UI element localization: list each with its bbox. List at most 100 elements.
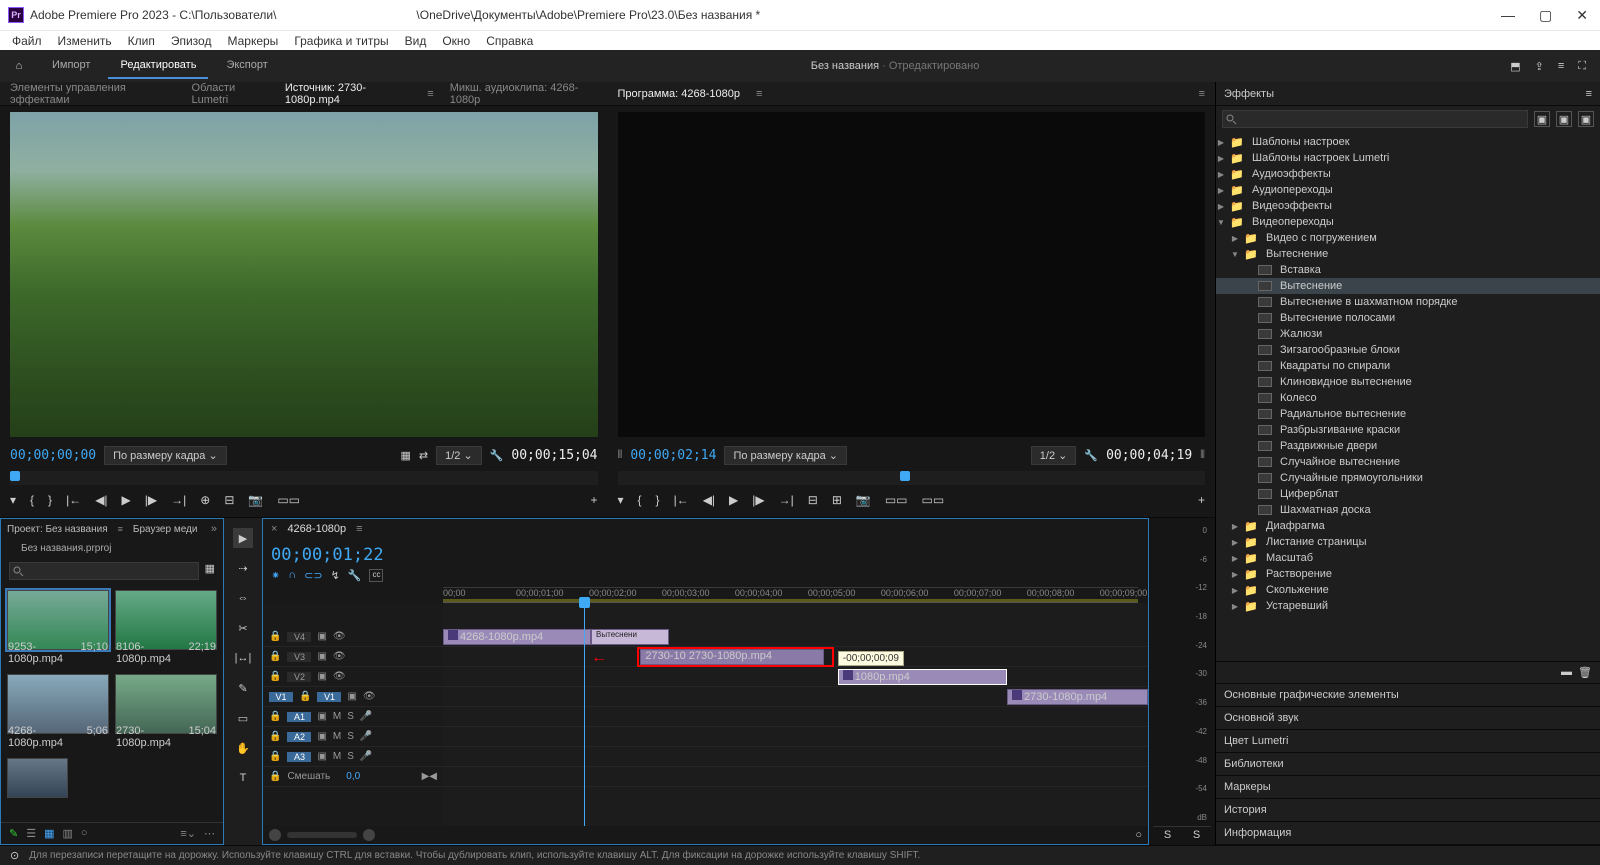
effects-item[interactable]: Квадраты по спирали (1216, 358, 1600, 374)
ws-import[interactable]: Импорт (40, 53, 102, 79)
program-screen[interactable] (618, 112, 1206, 437)
source-step-fwd-icon[interactable]: |▶ (145, 493, 157, 507)
menu-window[interactable]: Окно (434, 34, 478, 48)
effects-folder[interactable]: ▶📁Видеоэффекты (1216, 198, 1600, 214)
fx-badge-3-icon[interactable]: ▣ (1578, 111, 1594, 127)
menu-graphics[interactable]: Графика и титры (286, 34, 396, 48)
program-in-icon[interactable]: { (638, 493, 642, 507)
effects-item[interactable]: Вытеснение (1216, 278, 1600, 294)
track-a1[interactable]: A1 (287, 712, 311, 722)
menu-markers[interactable]: Маркеры (219, 34, 286, 48)
effects-item[interactable]: Жалюзи (1216, 326, 1600, 342)
effects-folder[interactable]: ▶📁Диафрагма (1216, 518, 1600, 534)
program-marker-icon[interactable]: ▾ (618, 493, 624, 507)
type-tool[interactable]: T (233, 768, 253, 788)
program-step-back-icon[interactable]: ◀| (703, 493, 715, 507)
source-export-frame-icon[interactable]: 📷 (248, 493, 263, 507)
track-a2[interactable]: A2 (287, 732, 311, 742)
source-wrench-icon[interactable]: 🔧 (490, 449, 504, 462)
program-res-dropdown[interactable]: 1/2 ⌄ (1031, 446, 1077, 465)
track-v1[interactable]: V1 (317, 692, 341, 702)
project-pen-icon[interactable]: ✎ (9, 827, 18, 840)
selection-tool[interactable]: ▶ (233, 528, 253, 548)
clip-v2[interactable]: 1080p.mp4 (838, 669, 1007, 685)
program-handle2-icon[interactable]: ⦀ (1200, 449, 1205, 462)
pen-tool[interactable]: ✎ (233, 678, 253, 698)
source-ruler[interactable] (10, 471, 598, 485)
program-out-icon[interactable]: } (656, 493, 660, 507)
panel-history[interactable]: История (1216, 799, 1600, 822)
timeline-timecode[interactable]: 00;00;01;22 (271, 545, 443, 565)
tab-program[interactable]: Программа: 4268-1080p (618, 88, 740, 100)
panel-graphics[interactable]: Основные графические элементы (1216, 684, 1600, 707)
project-list-icon[interactable]: ☰ (26, 827, 36, 840)
transition-v4[interactable]: Вытеснени (591, 629, 669, 645)
minimize-button[interactable]: — (1501, 7, 1515, 24)
tl-wrench-icon[interactable]: 🔧 (348, 569, 362, 582)
effects-item[interactable]: Вставка (1216, 262, 1600, 278)
source-tc-left[interactable]: 00;00;00;00 (10, 448, 96, 463)
source-step-back-icon[interactable]: ◀| (95, 493, 107, 507)
tab-effect-controls[interactable]: Элементы управления эффектами (10, 82, 176, 106)
source-goto-in-icon[interactable]: |← (66, 493, 81, 507)
track-v2[interactable]: V2 (287, 672, 311, 682)
effects-item[interactable]: Случайное вытеснение (1216, 454, 1600, 470)
menu-file[interactable]: Файл (4, 34, 50, 48)
new-bin-icon[interactable]: ▬ (1561, 666, 1572, 679)
effects-folder[interactable]: ▶📁Скольжение (1216, 582, 1600, 598)
ws-edit[interactable]: Редактировать (108, 53, 208, 79)
source-marker-icon[interactable]: ▾ (10, 493, 16, 507)
source-screen[interactable] (10, 112, 598, 437)
tab-source-menu-icon[interactable]: ≡ (427, 88, 433, 100)
fx-badge-2-icon[interactable]: ▣ (1556, 111, 1572, 127)
program-goto-out-icon[interactable]: →| (779, 493, 794, 507)
effects-menu-icon[interactable]: ≡ (1586, 88, 1592, 100)
slip-tool[interactable]: |↔| (233, 648, 253, 668)
effects-item[interactable]: Раздвижные двери (1216, 438, 1600, 454)
rectangle-tool[interactable]: ▭ (233, 708, 253, 728)
panel-markers[interactable]: Маркеры (1216, 776, 1600, 799)
project-sort-icon[interactable]: ≡⌄ (180, 827, 196, 840)
project-new-bin-icon[interactable]: ▦ (205, 562, 215, 580)
effects-folder[interactable]: ▶📁Устаревший (1216, 598, 1600, 614)
project-more-icon[interactable]: » (211, 523, 217, 535)
menu-view[interactable]: Вид (397, 34, 435, 48)
program-step-fwd-icon[interactable]: |▶ (752, 493, 764, 507)
program-panel-menu-icon[interactable]: ≡ (1199, 88, 1205, 100)
maximize-button[interactable]: ▢ (1539, 7, 1552, 24)
tab-media-browser[interactable]: Браузер меди (133, 524, 198, 535)
effects-folder[interactable]: ▶📁Растворение (1216, 566, 1600, 582)
program-tc-left[interactable]: 00;00;02;14 (630, 448, 716, 463)
track-select-tool[interactable]: ⇢ (233, 558, 253, 578)
fullscreen-icon[interactable]: ⛶ (1578, 60, 1586, 73)
sequence-name[interactable]: 4268-1080p (287, 523, 346, 535)
solo-right[interactable]: S (1193, 829, 1200, 841)
ripple-tool[interactable]: ⇔ (233, 588, 253, 608)
panel-audio[interactable]: Основной звук (1216, 707, 1600, 730)
solo-left[interactable]: S (1164, 829, 1171, 841)
program-ruler[interactable] (618, 471, 1206, 485)
effects-folder[interactable]: ▶📁Шаблоны настроек (1216, 134, 1600, 150)
tl-snap-icon[interactable]: ⁕ (271, 569, 280, 582)
clip-thumb-0[interactable]: 9253-1080p.mp415;10 (7, 590, 109, 650)
zoom-handle-left[interactable] (269, 829, 281, 841)
clip-thumb-3[interactable]: 2730-1080p.mp415;04 (115, 674, 217, 734)
tab-project[interactable]: Проект: Без названия (7, 524, 108, 535)
timeline-content[interactable]: 4268-1080p.mp4 Вытеснени 2730-10 2730-10… (443, 603, 1148, 826)
effects-folder[interactable]: ▼📁Видеопереходы (1216, 214, 1600, 230)
effects-item[interactable]: Радиальное вытеснение (1216, 406, 1600, 422)
effects-folder[interactable]: ▶📁Масштаб (1216, 550, 1600, 566)
zoom-handle-right[interactable] (363, 829, 375, 841)
effects-item[interactable]: Зигзагообразные блоки (1216, 342, 1600, 358)
menu-sequence[interactable]: Эпизод (163, 34, 220, 48)
delete-icon[interactable]: 🗑 (1578, 666, 1592, 679)
track-v3[interactable]: V3 (287, 652, 311, 662)
program-compare2-icon[interactable]: ▭▭ (922, 493, 945, 507)
project-menu-icon[interactable]: ≡ (118, 524, 123, 534)
source-in-icon[interactable]: { (30, 493, 34, 507)
program-fit-dropdown[interactable]: По размеру кадра ⌄ (724, 446, 847, 465)
tab-audio-mixer[interactable]: Микш. аудиоклипа: 4268-1080p (450, 82, 598, 106)
panel-libraries[interactable]: Библиотеки (1216, 753, 1600, 776)
source-add-button-icon[interactable]: + (590, 493, 597, 507)
tl-settings-icon[interactable]: ↯ (331, 569, 340, 582)
